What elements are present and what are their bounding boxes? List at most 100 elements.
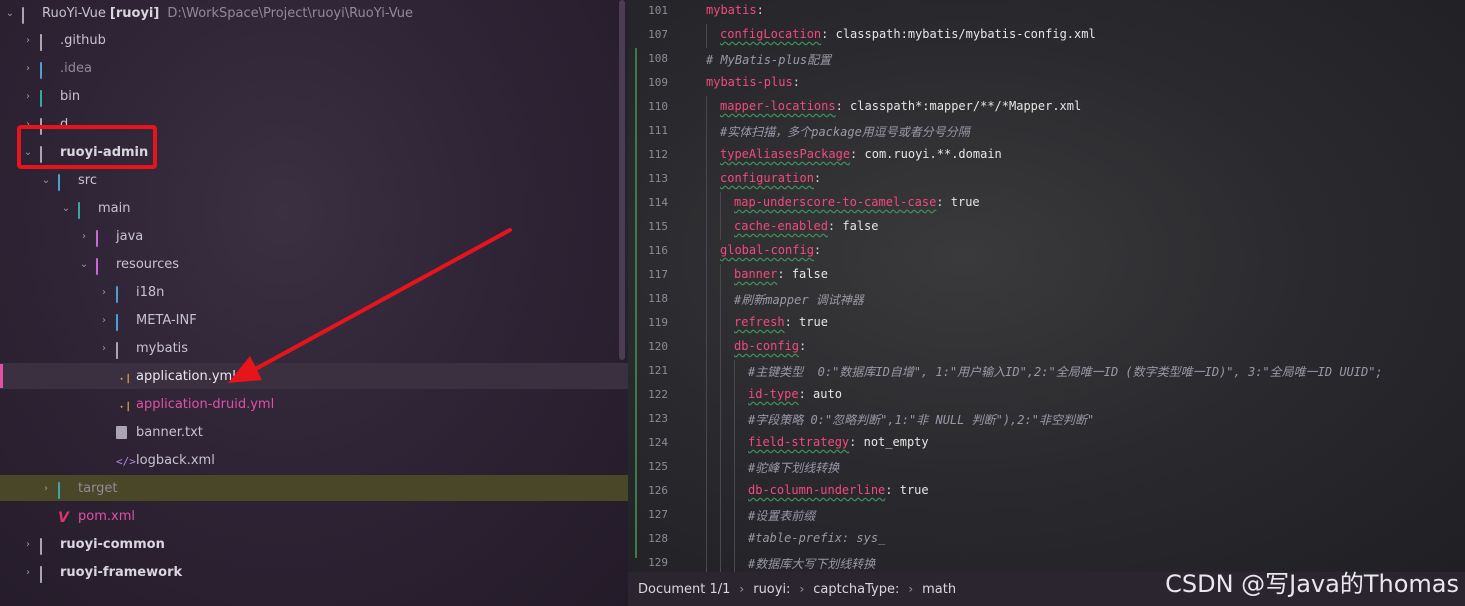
tree-item-src[interactable]: ⌄ src [0, 167, 628, 193]
folder-icon [40, 89, 56, 107]
tree-item-i18n[interactable]: › i18n [0, 279, 628, 305]
code-line[interactable]: field-strategy: not_empty [748, 435, 929, 449]
chevron-right-icon[interactable]: › [22, 539, 34, 550]
chevron-down-icon[interactable]: ⌄ [4, 8, 16, 19]
code-line[interactable]: #设置表前缀 [748, 507, 815, 524]
line-number: 112 [648, 148, 668, 161]
tree-item-java[interactable]: › java [0, 223, 628, 249]
tree-item-target[interactable]: › target [0, 475, 628, 501]
tree-item-label: banner.txt [136, 424, 203, 440]
code-editor[interactable]: 101 mybatis: 107 configLocation: classpath:… [628, 0, 1465, 572]
code-line[interactable]: #table-prefix: sys_ [748, 531, 885, 545]
yaml-value: true [899, 483, 929, 497]
breadcrumb-document[interactable]: Document 1/1 [638, 582, 730, 597]
code-line[interactable]: #实体扫描，多个package用逗号或者分号分隔 [720, 123, 970, 140]
breadcrumb-item[interactable]: math [922, 582, 956, 597]
yaml-key: mybatis-plus [706, 75, 793, 89]
tree-item-banner-txt[interactable]: banner.txt [0, 419, 628, 445]
code-line[interactable]: mybatis: [706, 3, 764, 17]
tree-item-main[interactable]: ⌄ main [0, 195, 628, 221]
tree-item-label: application.yml [136, 368, 236, 384]
chevron-right-icon[interactable]: › [22, 567, 34, 578]
java-folder-icon [96, 229, 112, 247]
chevron-right-icon: › [908, 582, 914, 596]
yaml-separator: : [799, 339, 807, 353]
tree-item-label: i18n [136, 284, 165, 300]
yaml-value: false [791, 267, 828, 281]
line-number: 127 [648, 508, 668, 521]
yaml-separator: : [885, 483, 900, 497]
code-comment: #设置表前缀 [748, 509, 816, 523]
tree-item-label: target [78, 480, 118, 496]
chevron-right-icon[interactable]: › [98, 315, 110, 326]
line-number: 111 [648, 124, 668, 137]
tree-root[interactable]: ⌄ RuoYi-Vue [ruoyi] D:\WorkSpace\Project… [0, 0, 628, 26]
breadcrumb-item[interactable]: ruoyi: [753, 582, 790, 597]
breadcrumb-item[interactable]: captchaType: [813, 582, 899, 597]
code-line[interactable]: banner: false [734, 267, 828, 281]
yaml-value: false [842, 219, 879, 233]
code-line[interactable]: typeAliasesPackage: com.ruoyi.**.domain [720, 147, 1002, 161]
chevron-right-icon[interactable]: › [98, 287, 110, 298]
tree-item-idea[interactable]: › .idea [0, 55, 628, 81]
code-line[interactable]: global-config: [720, 243, 821, 257]
tree-item-github[interactable]: › .github [0, 27, 628, 53]
yaml-separator: : [827, 219, 843, 233]
code-line[interactable]: #数据库大写下划线转换 [748, 555, 875, 572]
line-number: 101 [648, 4, 668, 17]
chevron-right-icon[interactable]: › [78, 231, 90, 242]
tree-item-meta-inf[interactable]: › META-INF [0, 307, 628, 333]
chevron-right-icon[interactable]: › [22, 63, 34, 74]
tree-item-label: main [98, 200, 131, 216]
chevron-right-icon[interactable]: › [22, 91, 34, 102]
chevron-down-icon[interactable]: ⌄ [60, 203, 72, 214]
code-line[interactable]: #刷新mapper 调试神器 [734, 291, 864, 308]
code-comment: #主键类型 0:"数据库ID自增", 1:"用户输入ID",2:"全局唯一ID … [748, 365, 1383, 379]
yaml-separator: : [784, 315, 800, 329]
line-number: 120 [648, 340, 668, 353]
idea-folder-icon [40, 61, 56, 79]
tree-item-application-yml[interactable]: ㆍ꘡ application.yml [0, 363, 628, 389]
code-line[interactable]: configLocation: classpath:mybatis/mybati… [720, 27, 1096, 41]
code-line[interactable]: db-config: [734, 339, 806, 353]
line-number: 108 [648, 52, 668, 65]
code-line[interactable]: # MyBatis-plus配置 [706, 51, 831, 68]
code-line[interactable]: db-column-underline: true [748, 483, 929, 497]
code-line[interactable]: cache-enabled: false [734, 219, 879, 233]
chevron-right-icon[interactable]: › [98, 343, 110, 354]
code-line[interactable]: #驼峰下划线转换 [748, 459, 839, 476]
code-line[interactable]: map-underscore-to-camel-case: true [734, 195, 980, 209]
code-line[interactable]: id-type: auto [748, 387, 842, 401]
code-line[interactable]: #字段策略 0:"忽略判断",1:"非 NULL 判断"),2:"非空判断" [748, 411, 1094, 428]
yaml-key: cache-enabled [734, 219, 828, 233]
tree-item-ruoyi-common[interactable]: › ruoyi-common [0, 531, 628, 557]
code-line[interactable]: refresh: true [734, 315, 828, 329]
tree-item-mybatis[interactable]: › mybatis [0, 335, 628, 361]
code-comment: #字段策略 0:"忽略判断",1:"非 NULL 判断"),2:"非空判断" [748, 413, 1095, 427]
text-file-icon [116, 425, 132, 439]
chevron-right-icon[interactable]: › [40, 483, 52, 494]
tree-item-ruoyi-framework[interactable]: › ruoyi-framework [0, 559, 628, 585]
chevron-down-icon[interactable]: ⌄ [78, 259, 90, 270]
code-line[interactable]: #主键类型 0:"数据库ID自增", 1:"用户输入ID",2:"全局唯一ID … [748, 363, 1383, 380]
tree-item-resources[interactable]: ⌄ resources [0, 251, 628, 277]
indent-guide [720, 264, 721, 572]
project-tree: ⌄ RuoYi-Vue [ruoyi] D:\WorkSpace\Project… [0, 0, 628, 606]
chevron-down-icon[interactable]: ⌄ [40, 175, 52, 186]
tree-item-logback-xml[interactable]: </> logback.xml [0, 447, 628, 473]
tree-item-bin[interactable]: › bin [0, 83, 628, 109]
code-comment: #table-prefix: sys_ [748, 531, 886, 545]
code-line[interactable]: mybatis-plus: [706, 75, 800, 89]
tree-scrollbar[interactable] [619, 0, 625, 360]
indent-guide [720, 192, 721, 240]
line-number: 109 [648, 76, 668, 89]
tree-item-label: logback.xml [136, 452, 215, 468]
tree-item-pom-xml[interactable]: V pom.xml [0, 503, 628, 529]
annotation-highlight-box [17, 125, 157, 169]
line-number: 121 [648, 364, 668, 377]
chevron-right-icon[interactable]: › [22, 35, 34, 46]
tree-item-application-druid-yml[interactable]: ㆍ꘡ application-druid.yml [0, 391, 628, 417]
code-line[interactable]: mapper-locations: classpath*:mapper/**/*… [720, 99, 1081, 113]
code-line[interactable]: configuration: [720, 171, 821, 185]
yaml-key: mybatis [706, 3, 757, 17]
